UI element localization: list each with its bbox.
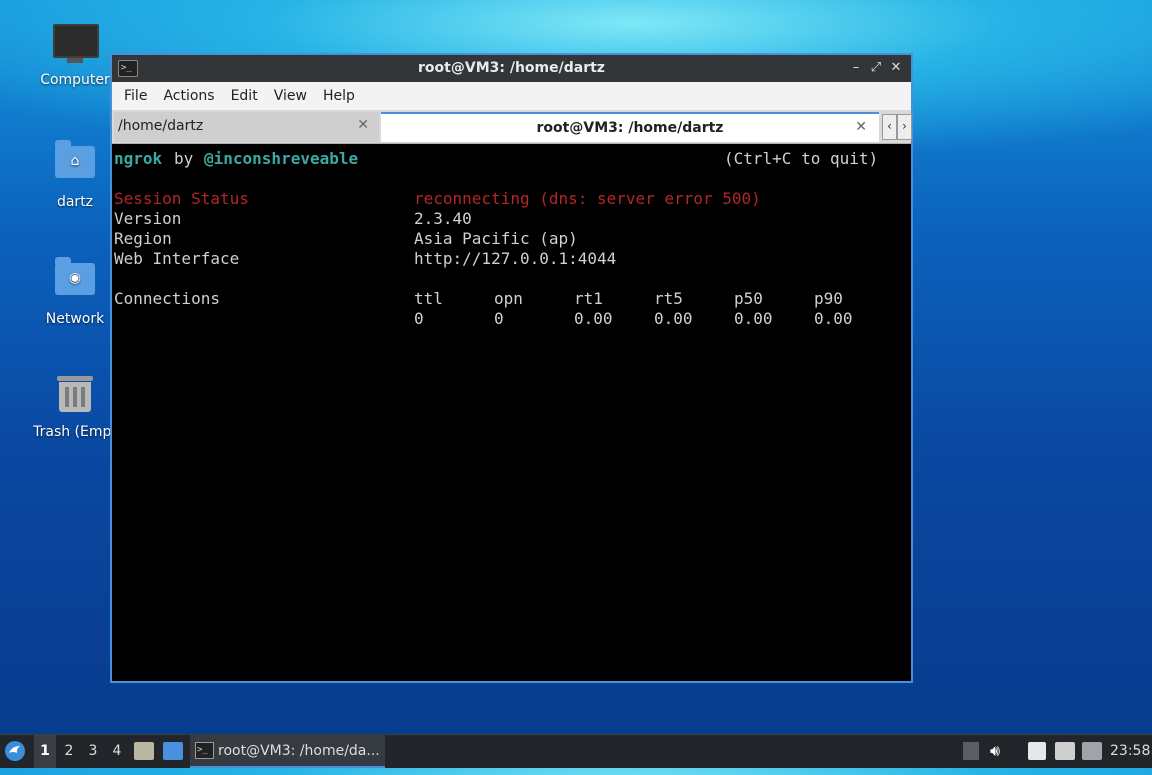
computer-icon: [53, 24, 99, 68]
terminal-icon: >_: [195, 742, 214, 759]
menu-file[interactable]: File: [116, 88, 155, 104]
web-interface-value: http://127.0.0.1:4044: [414, 249, 617, 268]
terminal-window: >_ root@VM3: /home/dartz – ⤢ ✕ File Acti…: [110, 53, 913, 683]
trash-icon: [53, 376, 97, 420]
taskbar-terminal-task[interactable]: >_ root@VM3: /home/da...: [190, 735, 385, 768]
tray-up-arrow-icon[interactable]: [963, 742, 979, 760]
workspace-2[interactable]: 2: [58, 735, 80, 768]
tab-label: /home/dartz: [118, 118, 204, 134]
metric-value: 0.00: [734, 309, 773, 328]
menu-actions[interactable]: Actions: [155, 88, 222, 104]
metric-value: 0.00: [574, 309, 613, 328]
menu-edit[interactable]: Edit: [223, 88, 266, 104]
metric-header: p90: [814, 289, 843, 308]
version-value: 2.3.40: [414, 209, 472, 228]
region-value: Asia Pacific (ap): [414, 229, 578, 248]
close-button[interactable]: ✕: [887, 59, 905, 77]
connections-label: Connections: [114, 289, 220, 308]
tab-scroll-right-icon[interactable]: ›: [897, 114, 912, 140]
tab-label: root@VM3: /home/dartz: [536, 120, 724, 136]
network-folder-icon: ◉: [53, 257, 97, 307]
tab-close-icon[interactable]: ✕: [855, 119, 867, 135]
region-label: Region: [114, 229, 172, 248]
metric-header: rt1: [574, 289, 603, 308]
maximize-button[interactable]: ⤢: [867, 59, 885, 77]
metric-header: p50: [734, 289, 763, 308]
workspace-1[interactable]: 1: [34, 735, 56, 768]
workspace-3[interactable]: 3: [82, 735, 104, 768]
menubar: File Actions Edit View Help: [112, 82, 911, 110]
metric-header: ttl: [414, 289, 443, 308]
volume-icon[interactable]: 🔊︎: [990, 742, 1010, 760]
update-notifier-icon[interactable]: [1082, 742, 1102, 760]
metric-header: opn: [494, 289, 523, 308]
metric-value: 0: [494, 309, 504, 328]
minimize-button[interactable]: –: [847, 59, 865, 77]
tab-home-dartz[interactable]: /home/dartz ✕: [114, 112, 379, 142]
network-status-icon[interactable]: [1055, 742, 1075, 760]
terminal-output[interactable]: ngrok by @inconshreveable (Ctrl+C to qui…: [114, 147, 909, 679]
menu-help[interactable]: Help: [315, 88, 363, 104]
quit-hint: (Ctrl+C to quit): [724, 149, 879, 168]
metric-value: 0.00: [814, 309, 853, 328]
home-folder-icon: ⌂: [53, 140, 97, 190]
taskbar: 1 2 3 4 >_ root@VM3: /home/da... 🔊︎ 23:5…: [0, 734, 1152, 768]
ngrok-title: ngrok: [114, 149, 163, 168]
session-status-value: reconnecting (dns: server error 500): [414, 189, 761, 208]
session-status-label: Session Status: [114, 189, 249, 208]
tab-scroll-left-icon[interactable]: ‹: [882, 114, 897, 140]
file-manager-icon[interactable]: [134, 742, 154, 760]
metric-header: rt5: [654, 289, 683, 308]
taskbar-task-label: root@VM3: /home/da...: [218, 743, 380, 759]
window-titlebar[interactable]: >_ root@VM3: /home/dartz – ⤢ ✕: [112, 55, 911, 82]
ngrok-by: by: [174, 149, 194, 168]
menu-view[interactable]: View: [266, 88, 315, 104]
clock[interactable]: 23:58: [1110, 735, 1150, 768]
metric-value: 0.00: [654, 309, 693, 328]
metric-value: 0: [414, 309, 424, 328]
tab-root-vm3[interactable]: root@VM3: /home/dartz ✕: [381, 112, 879, 142]
show-desktop-icon[interactable]: [163, 742, 183, 760]
tab-close-icon[interactable]: ✕: [357, 117, 369, 133]
tab-bar: /home/dartz ✕ root@VM3: /home/dartz ✕ ‹ …: [112, 110, 912, 144]
workspace-4[interactable]: 4: [106, 735, 128, 768]
app-menu-icon: [5, 741, 25, 761]
ngrok-author: @inconshreveable: [204, 149, 359, 168]
version-label: Version: [114, 209, 182, 228]
web-interface-label: Web Interface: [114, 249, 240, 268]
clipboard-icon[interactable]: [1028, 742, 1046, 760]
start-menu-button[interactable]: [4, 735, 30, 768]
window-title: root@VM3: /home/dartz: [418, 60, 605, 76]
